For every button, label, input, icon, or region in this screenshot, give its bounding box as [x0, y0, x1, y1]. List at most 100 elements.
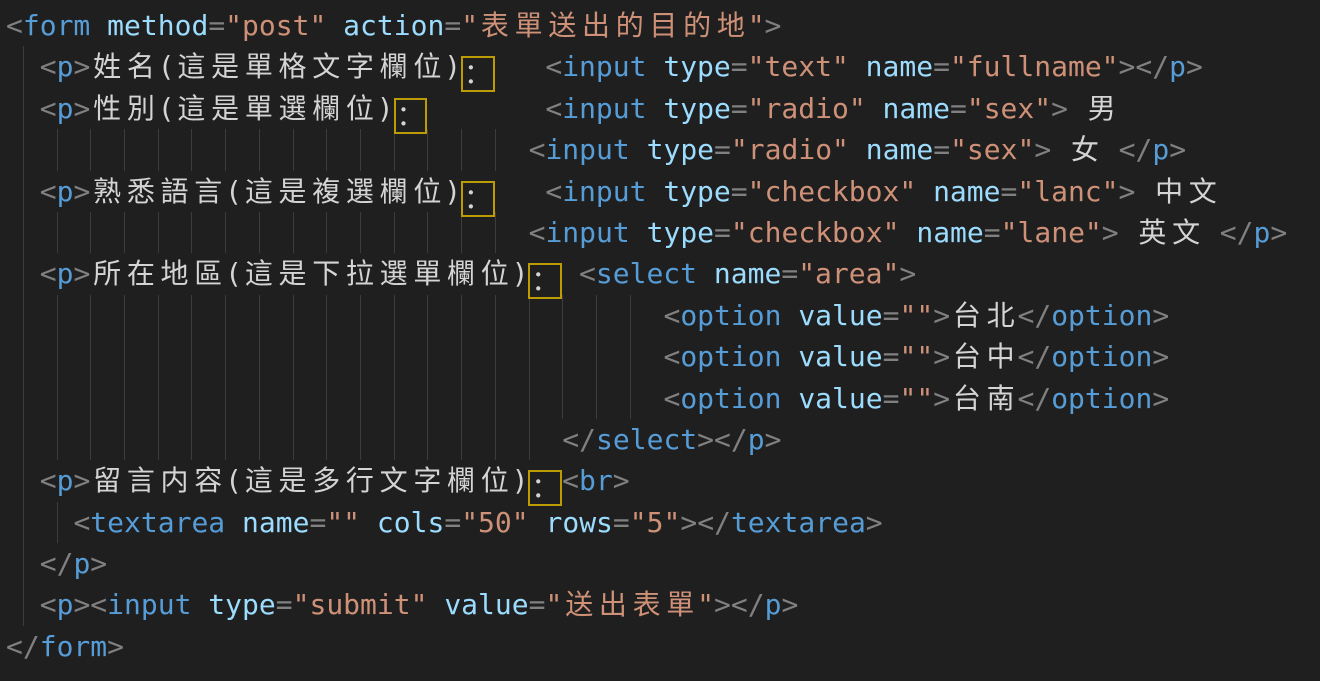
code-token: 台中 — [950, 340, 1017, 373]
code-token: = — [883, 299, 900, 332]
code-token — [6, 464, 40, 497]
code-token: select — [596, 257, 697, 290]
cjk-char: 台 — [950, 378, 984, 419]
code-token: p — [1152, 133, 1169, 166]
cjk-char: 位 — [343, 88, 377, 129]
code-line: </p> — [6, 543, 1320, 584]
cjk-char: 表 — [478, 5, 512, 46]
cjk-char: 格 — [276, 46, 310, 87]
code-token: p — [1169, 50, 1186, 83]
cjk-char: 台 — [950, 336, 984, 377]
cjk-char: 在 — [124, 253, 158, 294]
cjk-char: 名 — [124, 46, 158, 87]
code-token: = — [444, 9, 461, 42]
code-token: "" — [899, 299, 933, 332]
code-token: rows — [529, 506, 613, 539]
code-token: option — [680, 299, 781, 332]
code-token: = — [731, 175, 748, 208]
code-token: = — [731, 50, 748, 83]
cjk-char: 男 — [1085, 88, 1119, 129]
code-token: = — [1001, 175, 1018, 208]
cjk-char: 地 — [158, 253, 192, 294]
code-token — [427, 92, 545, 125]
code-token: = — [613, 506, 630, 539]
code-token: < — [545, 50, 562, 83]
cjk-char: 内 — [158, 460, 192, 501]
cjk-char: 字 — [410, 460, 444, 501]
code-token: "lane" — [1001, 216, 1102, 249]
code-token: name — [225, 506, 309, 539]
code-token: 台北 — [950, 299, 1017, 332]
code-token: < — [40, 588, 57, 621]
code-token: < — [73, 506, 90, 539]
code-line: <p>所在地區(這是下拉選單欄位)： <select name="area"> — [6, 253, 1320, 294]
code-token — [6, 423, 562, 456]
code-token: > — [73, 257, 90, 290]
code-token: p — [73, 547, 90, 580]
code-line: <p>留言内容(這是多行文字欄位)：<br> — [6, 460, 1320, 501]
code-token: </ — [1220, 216, 1254, 249]
code-token: "lanc" — [1017, 175, 1118, 208]
code-token: textarea — [731, 506, 866, 539]
code-token: = — [714, 133, 731, 166]
code-token: "area" — [798, 257, 899, 290]
cjk-char: 送 — [562, 584, 596, 625]
cjk-char: 欄 — [444, 460, 478, 501]
code-token: > — [1102, 216, 1119, 249]
cjk-char: 中 — [984, 336, 1018, 377]
code-token: cols — [360, 506, 444, 539]
code-token: < — [40, 50, 57, 83]
code-token: > — [107, 630, 124, 663]
code-token: ></ — [714, 588, 765, 621]
code-token: </ — [1017, 340, 1051, 373]
code-token: = — [529, 588, 546, 621]
code-token: </ — [1119, 133, 1153, 166]
code-token — [6, 175, 40, 208]
code-token: 男 — [1068, 92, 1119, 125]
code-token: >< — [73, 588, 107, 621]
cjk-char: 單 — [410, 253, 444, 294]
code-token: </ — [1017, 382, 1051, 415]
code-token: "checkbox" — [748, 175, 917, 208]
code-token: > — [73, 175, 90, 208]
cjk-char: 是 — [276, 253, 310, 294]
code-token — [6, 133, 529, 166]
code-token: 所在地區(這是下拉選單欄位) — [90, 257, 528, 290]
code-token: > — [1270, 216, 1287, 249]
code-editor[interactable]: <form method="post" action="表單送出的目的地"> <… — [0, 0, 1320, 681]
cjk-char: 女 — [1068, 129, 1102, 170]
cjk-char: 文 — [1169, 212, 1203, 253]
code-token: = — [714, 216, 731, 249]
unicode-highlight-box: ： — [394, 98, 428, 134]
code-token: 性別(這是單選欄位) — [90, 92, 393, 125]
cjk-char: 別 — [124, 88, 158, 129]
code-token: p — [57, 464, 74, 497]
cjk-char: 這 — [242, 253, 276, 294]
code-token: < — [529, 133, 546, 166]
code-token — [6, 547, 40, 580]
code-token: form — [40, 630, 107, 663]
code-token: "fullname" — [950, 50, 1119, 83]
code-token: 留言内容(這是多行文字欄位) — [90, 464, 528, 497]
code-token: "" — [899, 340, 933, 373]
code-token: name — [899, 216, 983, 249]
cjk-char: 選 — [276, 88, 310, 129]
code-token: > — [73, 464, 90, 497]
code-line: <p>姓名(這是單格文字欄位)： <input type="text" name… — [6, 46, 1320, 87]
code-token: input — [562, 92, 646, 125]
code-token: option — [680, 382, 781, 415]
code-token: < — [529, 216, 546, 249]
code-token: > — [1186, 50, 1203, 83]
cjk-char: 的 — [613, 5, 647, 46]
cjk-char: 中 — [1152, 171, 1186, 212]
cjk-char: 是 — [208, 88, 242, 129]
cjk-char: 容 — [191, 460, 225, 501]
code-token: "sex" — [967, 92, 1051, 125]
code-token — [6, 588, 40, 621]
cjk-char: 台 — [950, 295, 984, 336]
code-token: > — [1169, 133, 1186, 166]
cjk-char: 地 — [714, 5, 748, 46]
cjk-char: 表 — [630, 584, 664, 625]
code-token: option — [680, 340, 781, 373]
unicode-highlight-box: ： — [528, 263, 562, 299]
